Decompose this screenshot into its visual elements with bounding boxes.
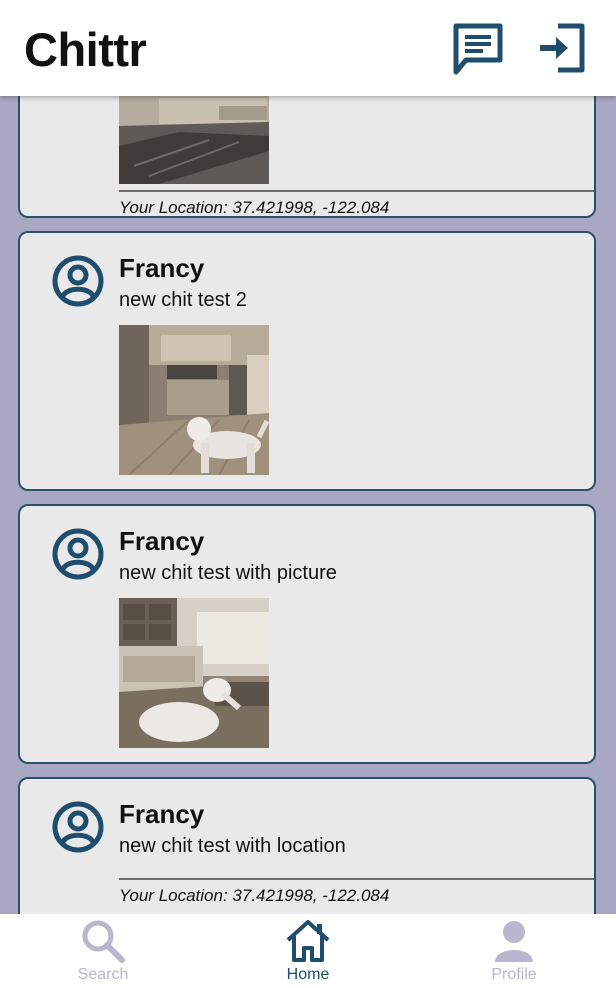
location-label: Your Location: 37.421998, -122.084 [119, 198, 390, 217]
user-circle-icon [52, 801, 104, 853]
user-circle-icon [52, 528, 104, 580]
chit-card: Francy new chit test with location Your … [18, 777, 596, 914]
search-icon [82, 920, 125, 963]
nav-label-home: Home [286, 966, 330, 983]
nav-tab-profile[interactable]: Profile [454, 914, 574, 988]
login-button[interactable] [536, 20, 592, 76]
location-divider [119, 190, 594, 192]
chit-card: Your Location: 37.421998, -122.084 [18, 96, 596, 218]
user-circle-icon [52, 255, 104, 307]
app-header: Chittr [0, 0, 616, 96]
chit-card: Francy new chit test 2 [18, 231, 596, 491]
location-label: Your Location: 37.421998, -122.084 [119, 886, 390, 905]
chit-image [119, 96, 269, 184]
chit-author: Francy [119, 253, 205, 283]
chit-text: new chit test with location [119, 835, 346, 857]
chit-text: new chit test with picture [119, 562, 337, 584]
bottom-nav: Search Home Profile [0, 914, 616, 988]
chits-button[interactable] [450, 20, 506, 76]
kitchen-with-dog-photo [119, 325, 269, 475]
chit-author: Francy [119, 526, 205, 556]
nav-label-profile: Profile [491, 966, 537, 983]
chit-image[interactable] [119, 598, 269, 748]
nav-label-search: Search [77, 966, 129, 983]
sign-in-icon [540, 23, 585, 73]
person-icon [495, 921, 533, 962]
chit-feed[interactable]: Your Location: 37.421998, -122.084 Franc… [0, 96, 616, 914]
chit-image[interactable] [119, 325, 269, 475]
location-divider [119, 878, 594, 880]
app-title: Chittr [24, 23, 147, 76]
chit-card: Francy new chit test with picture [18, 504, 596, 764]
home-icon [286, 920, 330, 962]
chit-author: Francy [119, 799, 205, 829]
nav-tab-home[interactable]: Home [248, 914, 368, 988]
nav-tab-search[interactable]: Search [43, 914, 163, 988]
message-icon [453, 23, 503, 75]
living-room-photo [119, 96, 269, 184]
living-room-with-dog-photo [119, 598, 269, 748]
chit-text: new chit test 2 [119, 289, 247, 311]
